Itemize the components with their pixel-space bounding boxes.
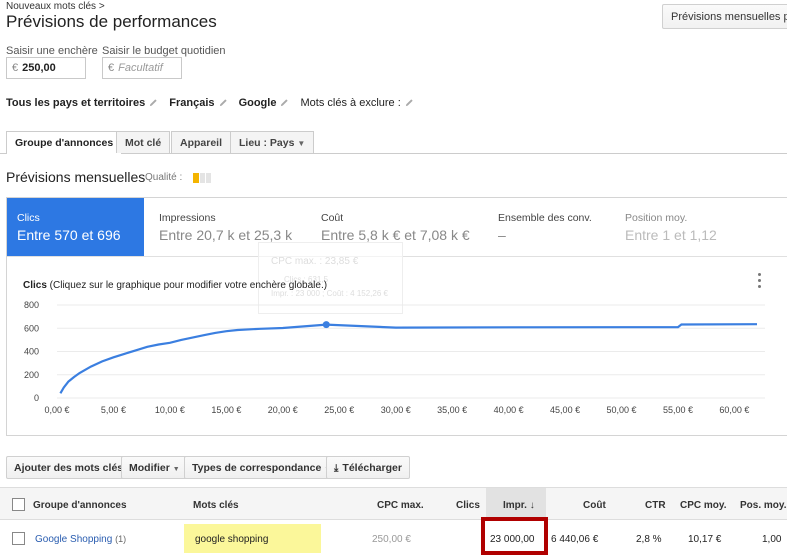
col-impressions[interactable]: Impr. ↓: [503, 500, 535, 511]
download-button[interactable]: ⤓ Télécharger: [326, 456, 410, 479]
chevron-down-icon: ▼: [297, 139, 306, 148]
col-keywords[interactable]: Mots clés: [193, 500, 239, 511]
budget-placeholder: Facultatif: [118, 62, 163, 74]
budget-input[interactable]: € Facultatif: [102, 57, 182, 79]
row-checkbox[interactable]: [12, 532, 25, 545]
quality-bar-icon: [206, 173, 211, 183]
breadcrumb[interactable]: Nouveaux mots clés >: [6, 1, 105, 12]
chevron-down-icon: ▼: [172, 466, 180, 473]
quality-bar-icon: [193, 173, 199, 183]
tab-location[interactable]: Lieu : Pays ▼: [230, 131, 315, 153]
x-tick-label: 0,00 €: [44, 405, 69, 415]
row-cost: 6 440,06 €: [551, 534, 599, 545]
filter-location[interactable]: Tous les pays et territoires: [6, 97, 145, 109]
tab-ad-group[interactable]: Groupe d'annonces: [6, 131, 123, 154]
page-title: Prévisions de performances: [6, 12, 217, 31]
pencil-icon[interactable]: [149, 98, 158, 107]
bid-value: 250,00: [22, 62, 56, 74]
x-tick-label: 60,00 €: [719, 405, 749, 415]
add-keywords-button[interactable]: Ajouter des mots clés: [6, 456, 132, 479]
filter-negative-keywords[interactable]: Mots clés à exclure :: [301, 97, 401, 109]
col-max-cpc[interactable]: CPC max.: [377, 500, 424, 511]
download-label: Télécharger: [342, 462, 402, 474]
col-cost[interactable]: Coût: [583, 500, 606, 511]
select-all-checkbox[interactable]: [12, 498, 25, 511]
y-tick-label: 200: [24, 370, 39, 380]
match-types-button[interactable]: Types de correspondance ▼: [184, 456, 340, 479]
row-ad-group-link[interactable]: Google Shopping: [35, 534, 112, 545]
x-tick-label: 55,00 €: [663, 405, 693, 415]
tab-keyword[interactable]: Mot clé: [116, 131, 171, 153]
tab-device[interactable]: Appareil: [171, 131, 232, 153]
x-tick-label: 30,00 €: [381, 405, 411, 415]
y-tick-label: 400: [24, 347, 39, 357]
bid-currency: €: [12, 62, 19, 74]
x-tick-label: 35,00 €: [437, 405, 467, 415]
y-tick-label: 800: [24, 300, 39, 310]
pencil-icon[interactable]: [280, 98, 289, 107]
bid-label: Saisir une enchère: [6, 45, 98, 57]
col-avg-pos[interactable]: Pos. moy.: [740, 500, 787, 511]
quality-bar-icon: [200, 173, 205, 183]
col-ctr[interactable]: CTR: [645, 500, 666, 511]
row-impressions: 23 000,00: [490, 534, 535, 545]
match-types-label: Types de correspondance: [192, 462, 322, 474]
series-line-clicks: [59, 323, 758, 394]
budget-label: Saisir le budget quotidien: [102, 45, 226, 57]
row-keyword[interactable]: google shopping: [195, 534, 268, 545]
forecast-panel: Clics Entre 570 et 696 Impressions Entre…: [6, 197, 787, 436]
x-tick-label: 15,00 €: [211, 405, 241, 415]
x-tick-label: 5,00 €: [101, 405, 126, 415]
x-tick-label: 40,00 €: [494, 405, 524, 415]
bid-input[interactable]: €250,00: [6, 57, 86, 79]
targeting-filters: Tous les pays et territoires Français Go…: [6, 97, 422, 109]
pencil-icon[interactable]: [219, 98, 228, 107]
x-tick-label: 25,00 €: [324, 405, 354, 415]
col-clicks[interactable]: Clics: [456, 500, 480, 511]
x-tick-label: 10,00 €: [155, 405, 185, 415]
row-ad-group[interactable]: Google Shopping (1): [35, 534, 126, 545]
x-tick-label: 45,00 €: [550, 405, 580, 415]
col-avg-cpc[interactable]: CPC moy.: [680, 500, 727, 511]
budget-currency: €: [108, 62, 115, 74]
monthly-forecast-button[interactable]: Prévisions mensuelles po: [662, 4, 787, 29]
row-avg-pos: 1,00: [762, 534, 782, 545]
row-max-cpc[interactable]: 250,00 €: [372, 534, 411, 545]
x-tick-label: 20,00 €: [268, 405, 298, 415]
modify-button[interactable]: Modifier ▼: [121, 456, 188, 479]
tab-location-label: Lieu : Pays: [239, 137, 295, 149]
pencil-icon[interactable]: [405, 98, 414, 107]
y-tick-label: 0: [34, 393, 39, 403]
row-ctr: 2,8 %: [636, 534, 662, 545]
col-ad-group[interactable]: Groupe d'annonces: [33, 500, 127, 511]
quality-label: Qualité :: [145, 172, 183, 183]
data-point-marker: [322, 321, 330, 329]
filter-network[interactable]: Google: [239, 97, 277, 109]
modify-label: Modifier: [129, 462, 170, 474]
sort-down-icon: ↓: [529, 500, 535, 511]
filter-language[interactable]: Français: [169, 97, 214, 109]
forecast-chart[interactable]: 0 200 400 600 800 0,00 € 5,00 € 10,00 € 15,00 € 2…: [7, 198, 787, 435]
section-title: Prévisions mensuelles: [6, 169, 146, 185]
y-tick-label: 600: [24, 323, 39, 333]
col-impressions-label: Impr.: [503, 500, 527, 511]
row-avg-cpc: 10,17 €: [688, 534, 722, 545]
download-icon: ⤓: [334, 463, 339, 474]
row-ad-group-count: (1): [115, 534, 127, 544]
x-tick-label: 50,00 €: [607, 405, 637, 415]
